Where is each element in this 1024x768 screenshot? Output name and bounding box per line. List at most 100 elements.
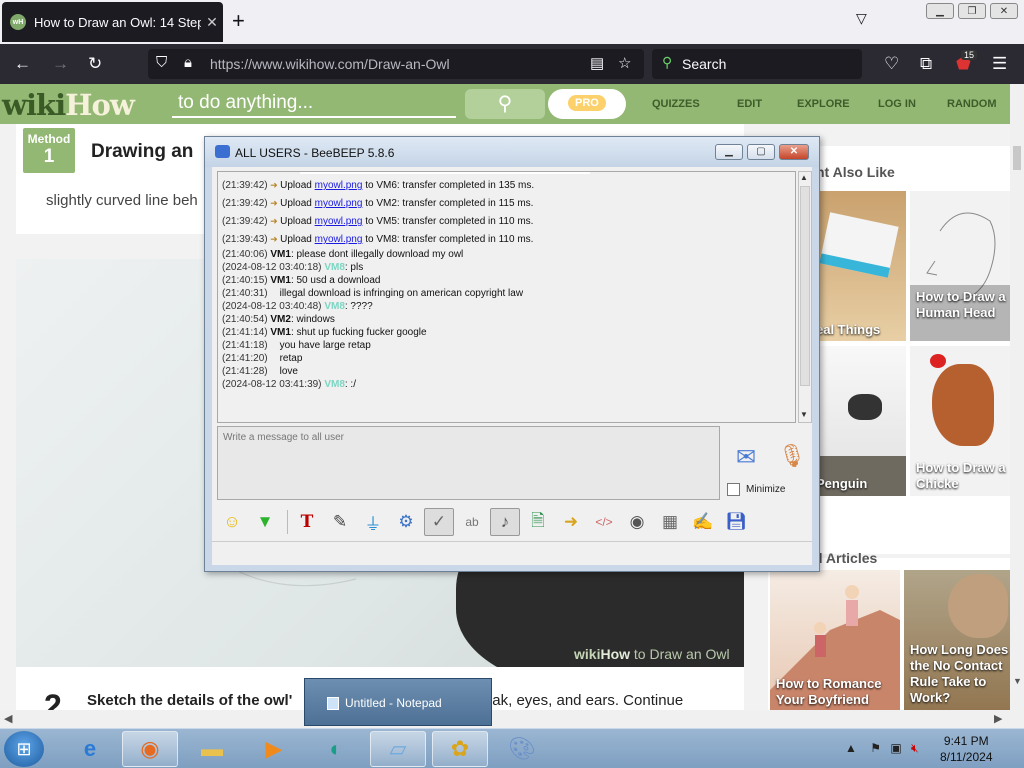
message-user[interactable]: VM2	[270, 314, 291, 325]
extensions-icon[interactable]: ⧉	[920, 54, 932, 74]
search-bar[interactable]: ⚲ Search	[652, 49, 862, 79]
reader-view-icon[interactable]: ▤	[590, 54, 604, 72]
send-folder-button[interactable]: ➜	[556, 508, 586, 536]
edit-button[interactable]: ✍	[688, 508, 718, 536]
file-link[interactable]: myowl.png	[315, 216, 363, 227]
message-user[interactable]: VM1	[270, 275, 291, 286]
taskbar-app[interactable]: ◐	[308, 731, 364, 767]
message-user[interactable]: VM8	[324, 262, 345, 273]
close-button[interactable]: ✕	[990, 3, 1018, 19]
screenshot-button[interactable]: ◉	[622, 508, 652, 536]
reload-icon[interactable]: ↻	[88, 54, 102, 74]
tab-close-icon[interactable]: ✕	[201, 14, 223, 31]
minimize-button[interactable]: ▁	[715, 144, 743, 160]
message-user[interactable]: VM8	[324, 379, 345, 390]
related-thumb-4[interactable]: How to Draw a Chicke	[910, 346, 1010, 496]
taskbar-media-player[interactable]: ▶	[246, 731, 302, 767]
message-user[interactable]: VM1	[270, 249, 291, 260]
scroll-left-arrow-icon[interactable]: ◀	[4, 712, 12, 725]
pocket-icon[interactable]: ♡	[884, 54, 899, 74]
nav-edit[interactable]: EDIT	[737, 98, 762, 110]
settings-button[interactable]: ⚙	[391, 508, 421, 536]
scrollbar-thumb[interactable]	[1013, 146, 1021, 170]
list-all-tabs-chevron-icon[interactable]: ▽	[856, 10, 867, 27]
nav-quizzes[interactable]: QUIZZES	[652, 98, 700, 110]
expand-button[interactable]: ▼	[250, 508, 280, 536]
bookmark-star-icon[interactable]: ☆	[618, 54, 631, 72]
spell-check-button[interactable]: ✓	[424, 508, 454, 536]
emoticon-button[interactable]: ☺	[217, 508, 247, 536]
show-hidden-icons-arrow-icon[interactable]: ▲	[845, 741, 857, 755]
font-button[interactable]: T	[292, 508, 322, 536]
taskbar-firefox[interactable]: ◉	[122, 731, 178, 767]
nav-log-in[interactable]: LOG IN	[878, 98, 916, 110]
minimize-button[interactable]: ▁	[926, 3, 954, 19]
maximize-button[interactable]: ▢	[747, 144, 775, 160]
nav-random[interactable]: RANDOM	[947, 98, 997, 110]
related-article-1[interactable]: How to Romance Your Boyfriend	[770, 570, 900, 710]
volume-muted-icon[interactable]: 🔇︎	[911, 741, 919, 755]
file-link[interactable]: myowl.png	[315, 198, 363, 209]
action-center-flag-icon[interactable]: ⚑	[870, 741, 881, 755]
scroll-down-arrow-icon[interactable]: ▼	[1013, 676, 1022, 686]
beebeep-title-bar[interactable]: ALL USERS - BeeBEEP 5.8.6 ▁ ▢ ✕	[205, 137, 819, 167]
taskbar-notepad[interactable]: ▱	[370, 731, 426, 767]
related-thumb-1[interactable]: eal Things	[810, 191, 906, 341]
back-arrow-icon[interactable]: ←	[14, 54, 31, 74]
pro-button[interactable]: PRO	[548, 89, 626, 119]
taskbar-paint[interactable]: 🎨︎	[494, 731, 550, 767]
browser-tab[interactable]: wH How to Draw an Owl: 14 Steps ✕	[2, 2, 223, 42]
wikihow-search-input[interactable]: to do anything...	[172, 90, 456, 118]
send-file-button[interactable]: 🗎︎	[523, 508, 553, 536]
message-user[interactable]: VM8	[324, 301, 345, 312]
save-chat-button[interactable]: 💾︎	[721, 508, 751, 536]
clock[interactable]: 9:41 PM 8/11/2024	[940, 733, 993, 765]
message-text: : windows	[290, 314, 335, 325]
filter-button[interactable]: ⏚	[358, 508, 388, 536]
wikihow-search-button[interactable]: ⚲	[465, 89, 545, 119]
minimize-checkbox[interactable]: Minimize	[727, 483, 785, 496]
send-button[interactable]: ✉	[728, 443, 764, 479]
address-bar[interactable]: ⛉ 🔒︎ https://www.wikihow.com/Draw-an-Owl…	[148, 49, 644, 79]
clear-button[interactable]: ▦	[655, 508, 685, 536]
search-placeholder[interactable]: Search	[682, 56, 726, 72]
voice-message-button[interactable]: 🎙︎	[778, 443, 806, 479]
taskbar-beebeep[interactable]: ✿	[432, 731, 488, 767]
related-article-2[interactable]: How Long Does the No Contact Rule Take t…	[904, 570, 1010, 710]
scroll-down-arrow-icon[interactable]: ▼	[800, 410, 808, 419]
new-tab-button[interactable]: +	[232, 8, 245, 34]
chat-scrollbar-thumb[interactable]	[800, 186, 810, 386]
close-button[interactable]: ✕	[779, 144, 809, 160]
font-color-button[interactable]: ✎	[325, 508, 355, 536]
windows-logo-icon: ⊞	[16, 739, 32, 759]
shield-icon[interactable]: ⛉	[156, 54, 167, 71]
method-number: 1	[43, 146, 55, 167]
message-user[interactable]: VM1	[270, 327, 291, 338]
url-text[interactable]: https://www.wikihow.com/Draw-an-Owl	[210, 56, 450, 72]
related-thumb-2[interactable]: How to Draw a Human Head	[910, 191, 1010, 341]
taskbar-internet-explorer[interactable]: e	[62, 731, 118, 767]
related-thumb-3[interactable]: Penguin	[810, 346, 906, 496]
message-input[interactable]: Write a message to all user	[217, 426, 720, 500]
page-vertical-scrollbar[interactable]: ▼	[1010, 84, 1024, 710]
notepad-thumbnail-popup[interactable]: Untitled - Notepad	[304, 678, 492, 726]
page-horizontal-scrollbar[interactable]: ◀ ▶	[0, 710, 1010, 728]
restore-button[interactable]: ❐	[958, 3, 986, 19]
file-link[interactable]: myowl.png	[315, 234, 363, 245]
lock-icon[interactable]: 🔒︎	[184, 54, 192, 71]
wikihow-logo[interactable]: wikiHow	[2, 88, 135, 122]
taskbar-explorer[interactable]: ▬	[184, 731, 240, 767]
nav-explore[interactable]: EXPLORE	[797, 98, 850, 110]
network-icon[interactable]: ▣	[890, 741, 901, 755]
start-button[interactable]: ⊞	[4, 731, 44, 767]
scroll-up-arrow-icon[interactable]: ▲	[800, 173, 808, 182]
chat-scrollbar[interactable]: ▲ ▼	[798, 171, 812, 423]
file-link[interactable]: myowl.png	[315, 180, 363, 191]
complete-word-button[interactable]: ab	[457, 508, 487, 536]
hamburger-menu-icon[interactable]: ☰	[992, 54, 1007, 74]
checkbox[interactable]	[727, 483, 740, 496]
forward-arrow-icon[interactable]: →	[52, 54, 69, 74]
sound-button[interactable]: ♪	[490, 508, 520, 536]
scroll-right-arrow-icon[interactable]: ▶	[994, 712, 1002, 725]
html-button[interactable]: </>	[589, 508, 619, 536]
